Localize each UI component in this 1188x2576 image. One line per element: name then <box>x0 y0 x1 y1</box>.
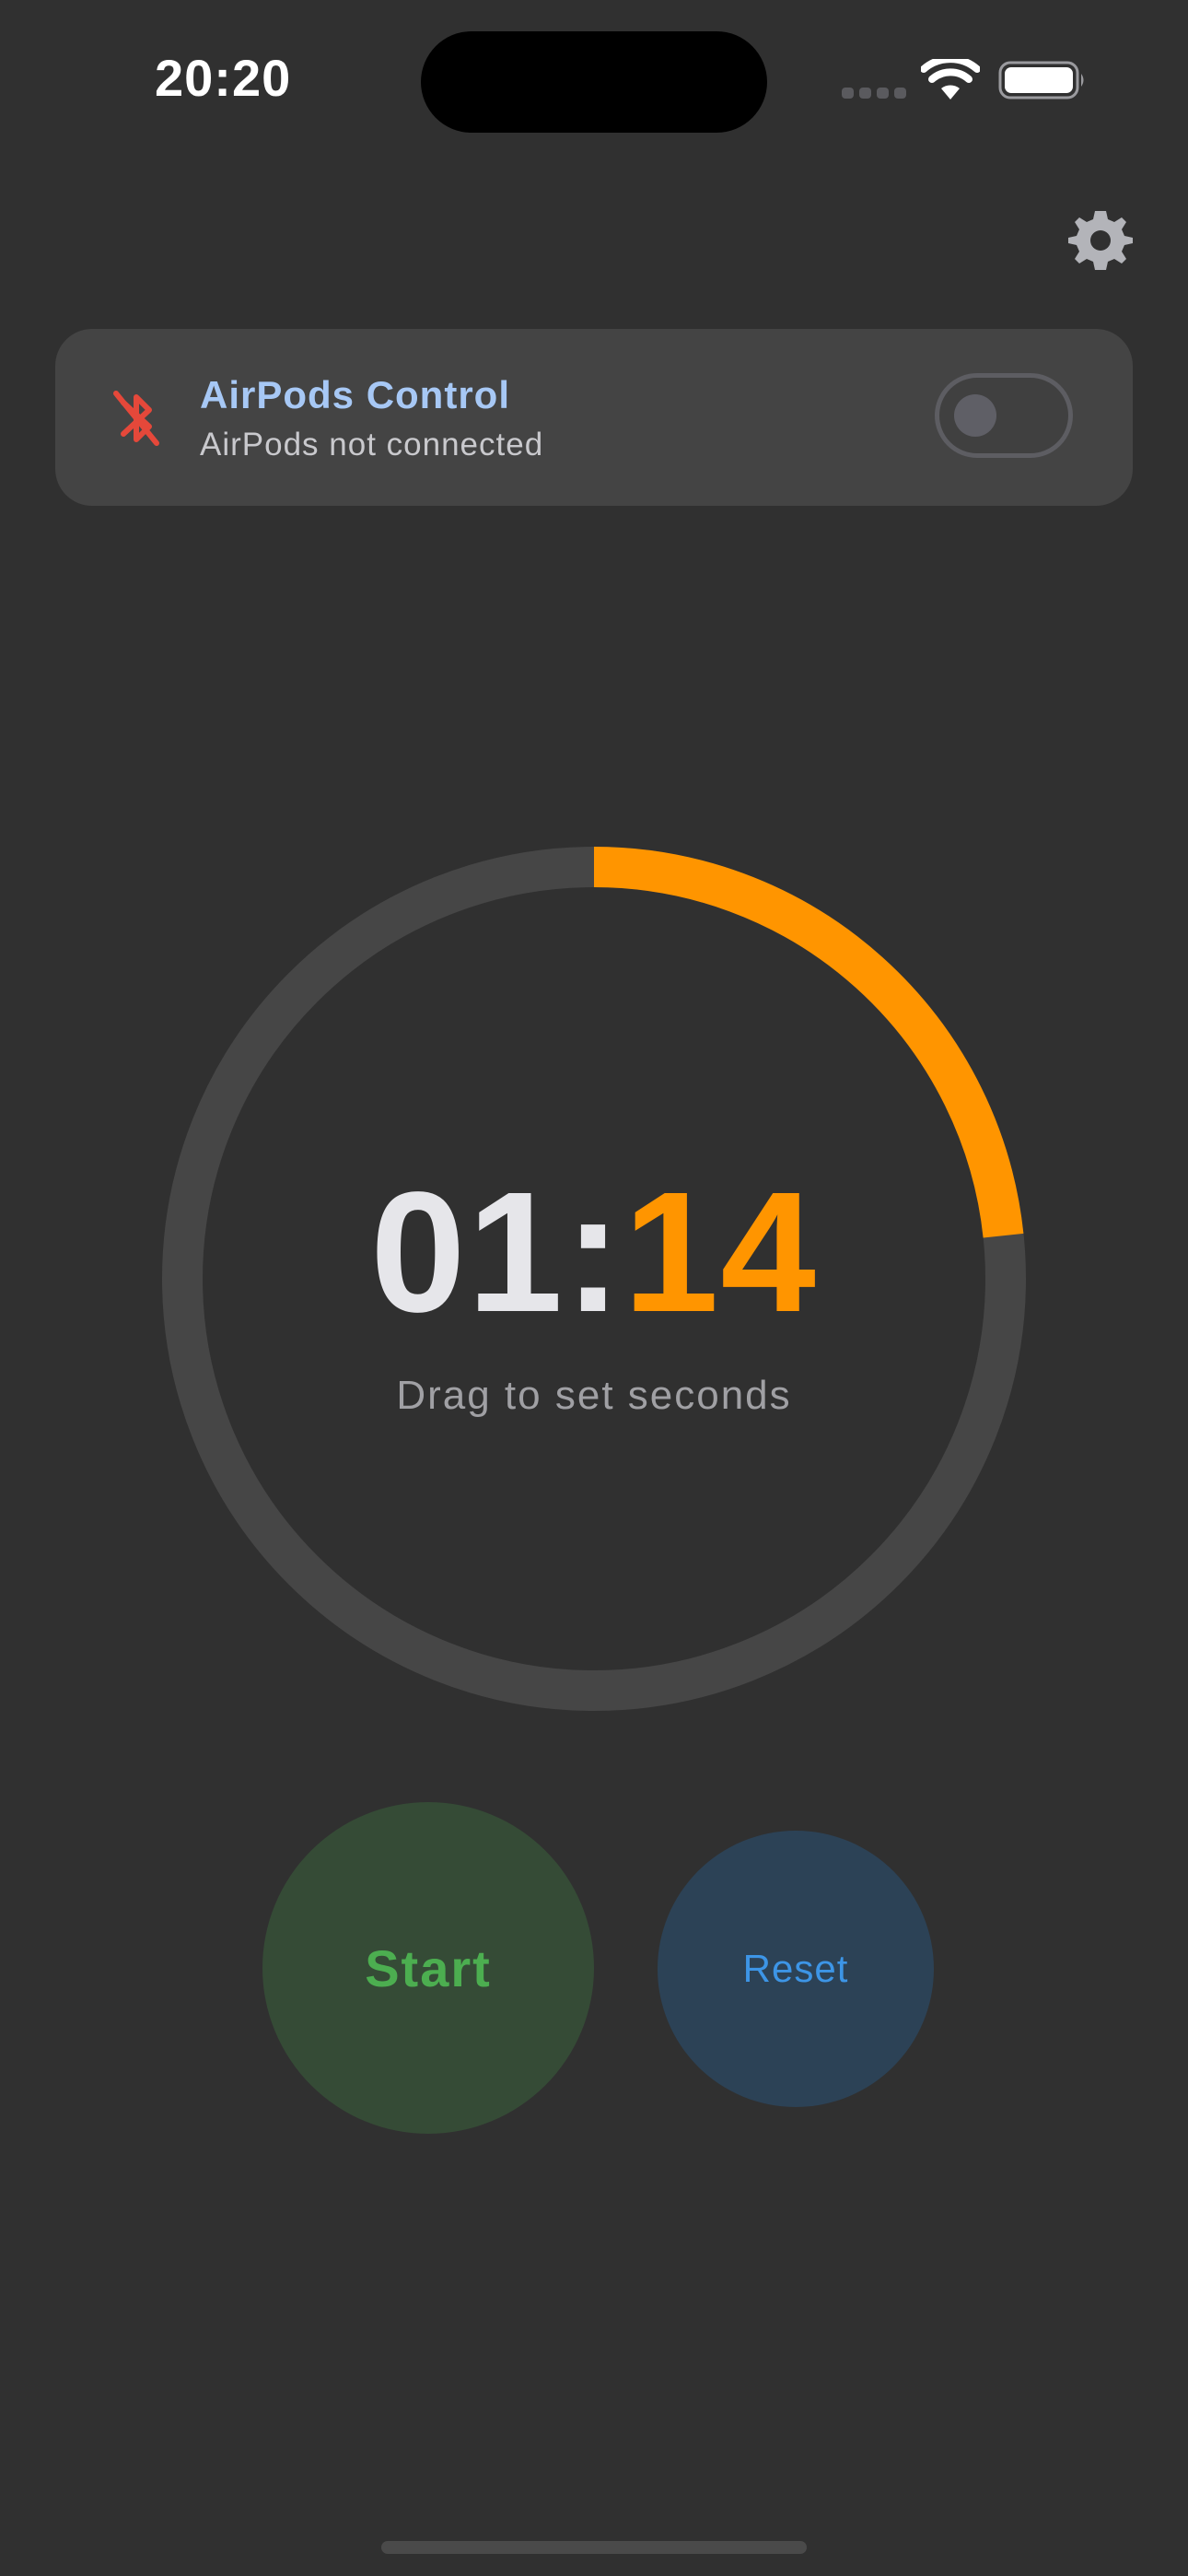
home-indicator <box>381 2541 807 2554</box>
timer-minutes: 01 <box>370 1157 565 1348</box>
reset-button[interactable]: Reset <box>658 1831 934 2107</box>
start-button[interactable]: Start <box>262 1802 594 2134</box>
drag-hint: Drag to set seconds <box>396 1373 792 1418</box>
timer-readout: 01:14 <box>0 1161 1188 1345</box>
timer-seconds: 14 <box>623 1157 818 1348</box>
timer-separator: : <box>565 1157 623 1348</box>
